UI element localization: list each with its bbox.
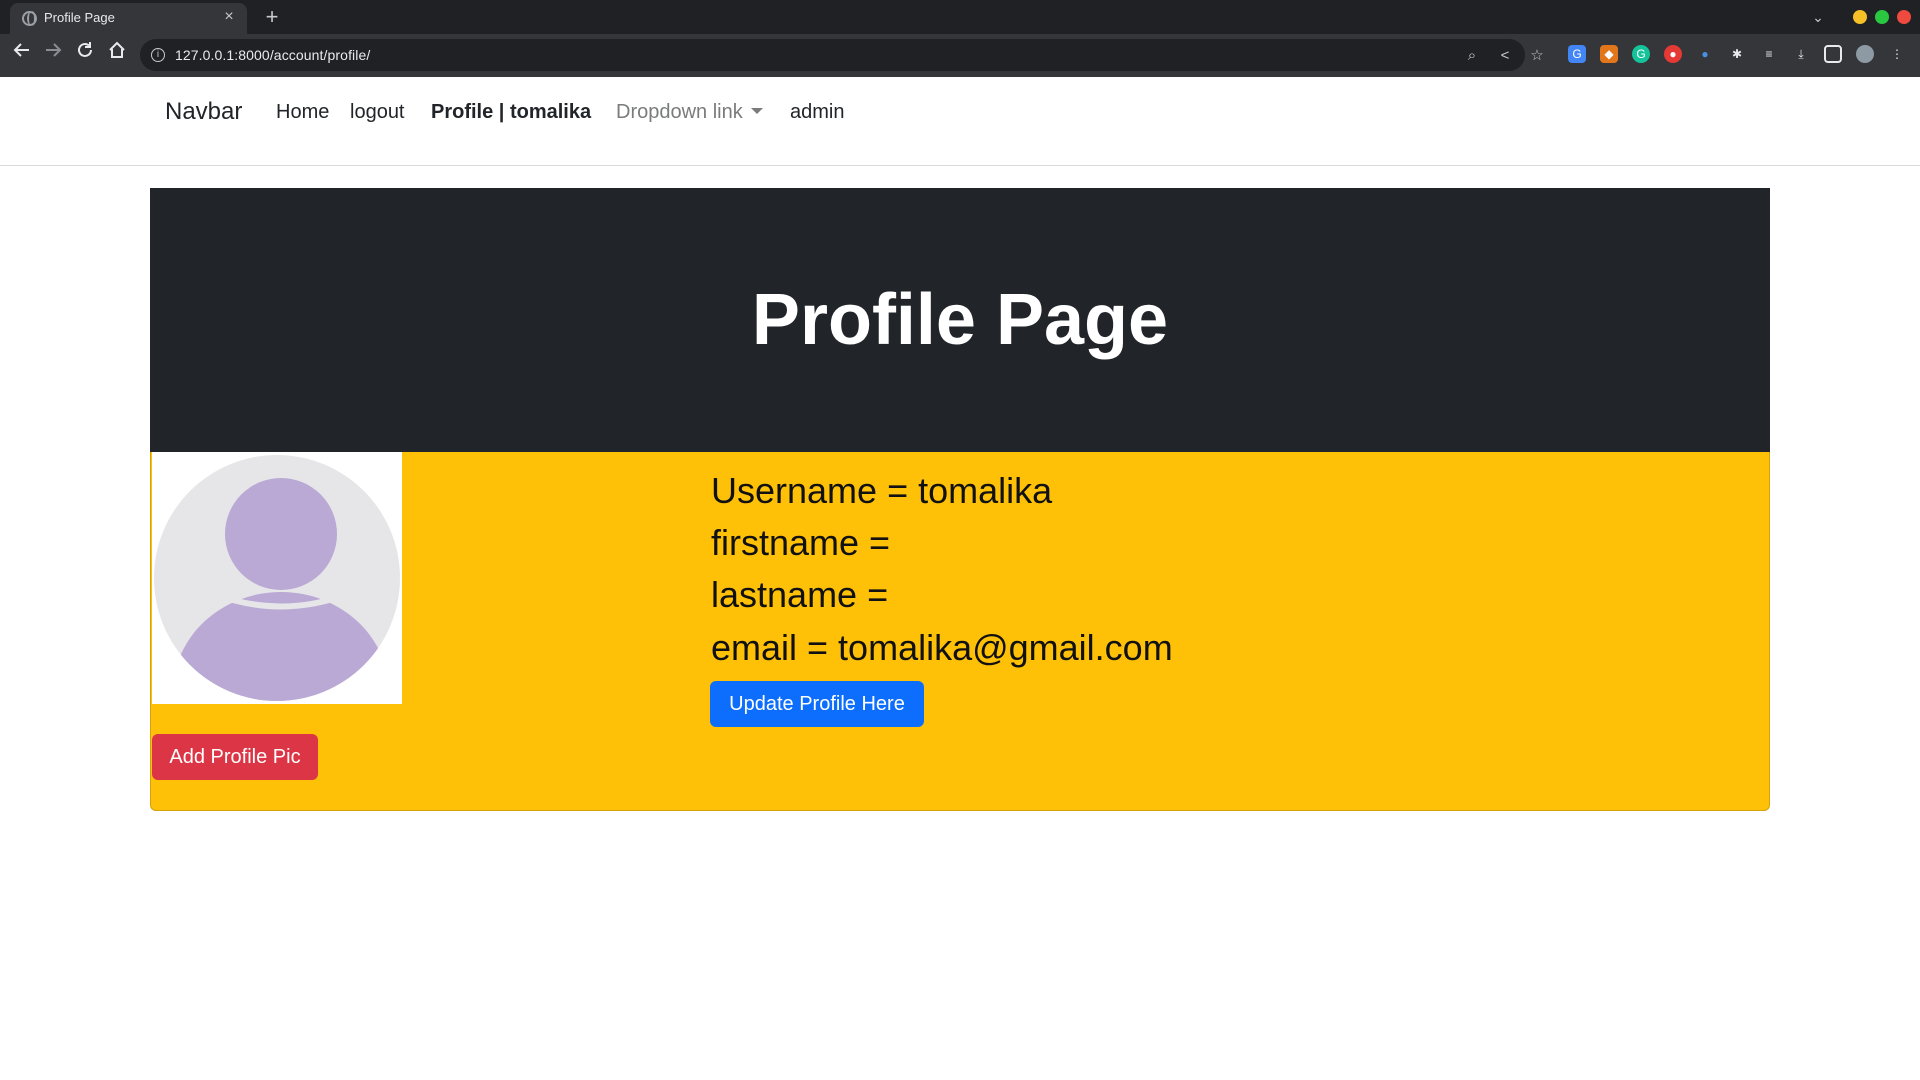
browser-tab-bar: Profile Page × + ⌄: [0, 0, 1920, 34]
profile-avatar-icon[interactable]: [1856, 45, 1874, 63]
nav-logout-link[interactable]: logout: [350, 101, 405, 124]
home-icon: [109, 41, 125, 58]
update-profile-button[interactable]: Update Profile Here: [710, 681, 924, 727]
new-tab-button[interactable]: +: [258, 3, 286, 31]
nav-home-link[interactable]: Home: [276, 101, 329, 124]
profile-card: Add Profile Pic Username = tomalika firs…: [150, 452, 1770, 811]
maximize-button[interactable]: [1875, 10, 1889, 24]
zoom-icon[interactable]: ⌕: [1463, 47, 1481, 65]
reload-button[interactable]: [70, 40, 100, 70]
extensions-puzzle-icon[interactable]: ✱: [1728, 45, 1746, 63]
red-extension-icon[interactable]: ●: [1664, 45, 1682, 63]
side-panel-icon[interactable]: [1824, 45, 1842, 63]
dropdown-label: Dropdown link: [616, 101, 743, 123]
back-arrow-icon: [13, 43, 29, 57]
download-icon[interactable]: ⤓: [1792, 45, 1810, 63]
back-button[interactable]: [7, 40, 37, 70]
globe-icon: [22, 11, 37, 26]
reload-icon: [78, 42, 92, 57]
add-profile-pic-button[interactable]: Add Profile Pic: [152, 734, 318, 780]
translate-extension-icon[interactable]: G: [1568, 45, 1586, 63]
email-text: email = tomalika@gmail.com: [711, 627, 1173, 668]
tab-search-icon[interactable]: ⌄: [1806, 6, 1830, 28]
default-avatar-icon: [154, 455, 400, 701]
forward-button[interactable]: [38, 40, 68, 70]
share-icon[interactable]: <: [1496, 47, 1514, 65]
navbar-brand[interactable]: Navbar: [165, 98, 242, 126]
nav-dropdown-link[interactable]: Dropdown link: [616, 101, 763, 124]
url-text[interactable]: 127.0.0.1:8000/account/profile/: [175, 47, 370, 63]
bookmark-star-icon[interactable]: ☆: [1528, 47, 1546, 65]
nav-admin-link[interactable]: admin: [790, 101, 844, 124]
minimize-button[interactable]: [1853, 10, 1867, 24]
site-navbar: Navbar Home logout Profile | tomalika Dr…: [0, 77, 1920, 166]
avatar: [152, 452, 402, 704]
browser-tab[interactable]: Profile Page ×: [10, 3, 247, 34]
hero-banner: Profile Page: [150, 188, 1770, 452]
address-bar[interactable]: i 127.0.0.1:8000/account/profile/ ⌕ < ☆: [140, 39, 1544, 71]
tab-title: Profile Page: [44, 10, 115, 25]
page-title: Profile Page: [751, 280, 1169, 360]
close-tab-icon[interactable]: ×: [219, 7, 239, 27]
forward-arrow-icon: [46, 43, 62, 57]
web-page: Navbar Home logout Profile | tomalika Dr…: [0, 77, 1920, 1080]
firstname-text: firstname =: [711, 522, 891, 563]
username-text: Username = tomalika: [711, 470, 1053, 511]
reading-list-icon[interactable]: ≡: [1760, 45, 1778, 63]
nav-profile-link[interactable]: Profile | tomalika: [431, 101, 591, 124]
blue-extension-icon[interactable]: ●: [1696, 45, 1714, 63]
caret-down-icon: [750, 108, 763, 115]
grammarly-extension-icon[interactable]: G: [1632, 45, 1650, 63]
site-info-icon[interactable]: i: [151, 48, 165, 62]
close-window-button[interactable]: [1897, 10, 1911, 24]
lastname-text: lastname =: [711, 574, 889, 615]
browser-menu-icon[interactable]: ⋮: [1888, 45, 1906, 63]
home-button[interactable]: [102, 40, 132, 70]
metamask-extension-icon[interactable]: ◆: [1600, 45, 1618, 63]
